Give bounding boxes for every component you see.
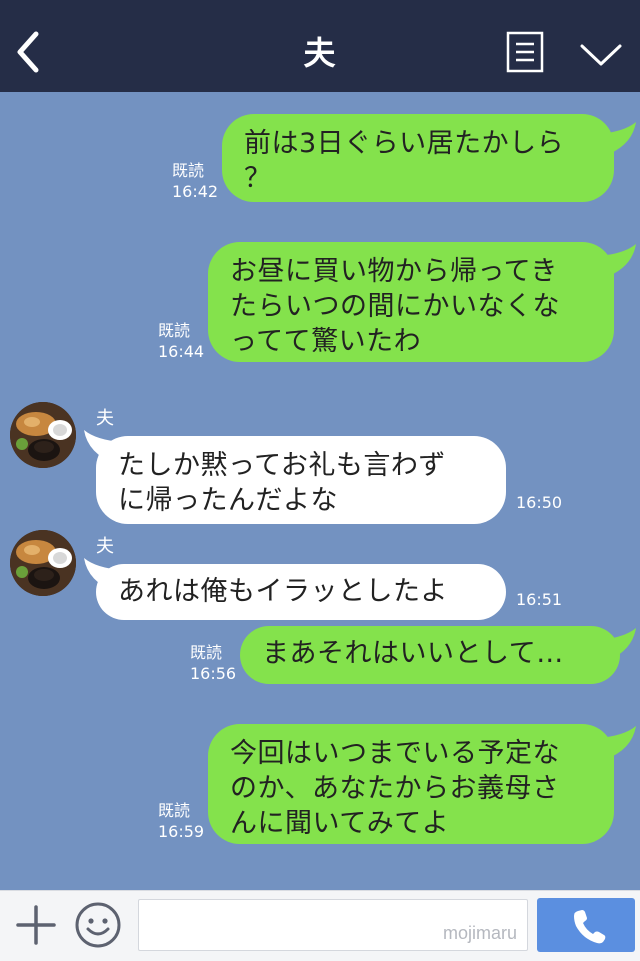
- emoji-icon: [75, 902, 121, 948]
- message-text-line: たしか黙ってお礼も言わず: [118, 450, 446, 481]
- plus-icon: [16, 905, 56, 945]
- message-list[interactable]: 既読 16:42 前は3日ぐらい居たかしら ？ 既読 16:44 お昼に買い物か…: [0, 92, 640, 890]
- chat-header: 夫: [0, 0, 640, 92]
- message-time: 16:59: [158, 822, 205, 841]
- message-text-line: お昼に買い物から帰ってき: [230, 256, 558, 287]
- message-text-line: まあそれはいいとして…: [262, 638, 564, 669]
- emoji-button[interactable]: [74, 901, 122, 949]
- chat-title: 夫: [303, 34, 337, 72]
- menu-button[interactable]: [578, 40, 624, 70]
- contact-avatar[interactable]: [10, 530, 76, 596]
- message-text-line: ？: [244, 163, 272, 194]
- contact-avatar[interactable]: [10, 402, 76, 468]
- read-receipt: 既読: [190, 643, 223, 662]
- message-meta: 既読 16:59: [158, 800, 204, 842]
- sent-message-bubble[interactable]: 前は3日ぐらい居たかしら ？: [222, 114, 614, 202]
- message-text-line: に帰ったんだよな: [118, 485, 338, 516]
- message-time: 16:44: [158, 342, 205, 361]
- message-text-line: んに聞いてみてよ: [230, 808, 450, 839]
- watermark-text: mojimaru: [442, 923, 517, 943]
- message-meta: 既読 16:44: [158, 320, 204, 362]
- notes-icon: [506, 31, 544, 73]
- sender-name: 夫: [96, 536, 114, 557]
- add-attachment-button[interactable]: [14, 903, 58, 947]
- message-time: 16:51: [516, 590, 563, 609]
- read-receipt: 既読: [172, 161, 205, 180]
- message-meta: 既読 16:42: [172, 160, 218, 202]
- input-bar: mojimaru: [0, 890, 640, 961]
- message-text-line: のか、あなたからお義母さ: [230, 773, 560, 804]
- message-input[interactable]: mojimaru: [138, 899, 528, 951]
- message-text-line: たらいつの間にかいなくな: [230, 291, 560, 322]
- notes-button[interactable]: [506, 31, 544, 73]
- call-button[interactable]: [537, 898, 635, 952]
- message-meta: 既読 16:56: [190, 642, 236, 684]
- message-text-line: あれは俺もイラッとしたよ: [118, 576, 448, 607]
- sender-name: 夫: [96, 408, 114, 429]
- message-time: 16:56: [190, 664, 237, 683]
- received-message-bubble[interactable]: たしか黙ってお礼も言わず に帰ったんだよな: [96, 436, 506, 524]
- read-receipt: 既読: [158, 321, 191, 340]
- read-receipt: 既読: [158, 801, 191, 820]
- sent-message-bubble[interactable]: お昼に買い物から帰ってき たらいつの間にかいなくな ってて驚いたわ: [208, 242, 614, 362]
- message-time: 16:50: [516, 493, 563, 512]
- received-message-bubble[interactable]: あれは俺もイラッとしたよ: [96, 564, 506, 620]
- message-time: 16:42: [172, 182, 219, 201]
- chevron-down-icon: [580, 44, 622, 66]
- message-text-line: 前は3日ぐらい居たかしら: [244, 128, 565, 159]
- message-text-line: ってて驚いたわ: [230, 326, 422, 357]
- avatar-image: [10, 530, 76, 596]
- message-text-line: 今回はいつまでいる予定な: [230, 738, 560, 769]
- avatar-image: [10, 402, 76, 468]
- sent-message-bubble[interactable]: 今回はいつまでいる予定な のか、あなたからお義母さ んに聞いてみてよ: [208, 724, 614, 844]
- sent-message-bubble[interactable]: まあそれはいいとして…: [240, 626, 620, 684]
- phone-icon: [574, 910, 606, 944]
